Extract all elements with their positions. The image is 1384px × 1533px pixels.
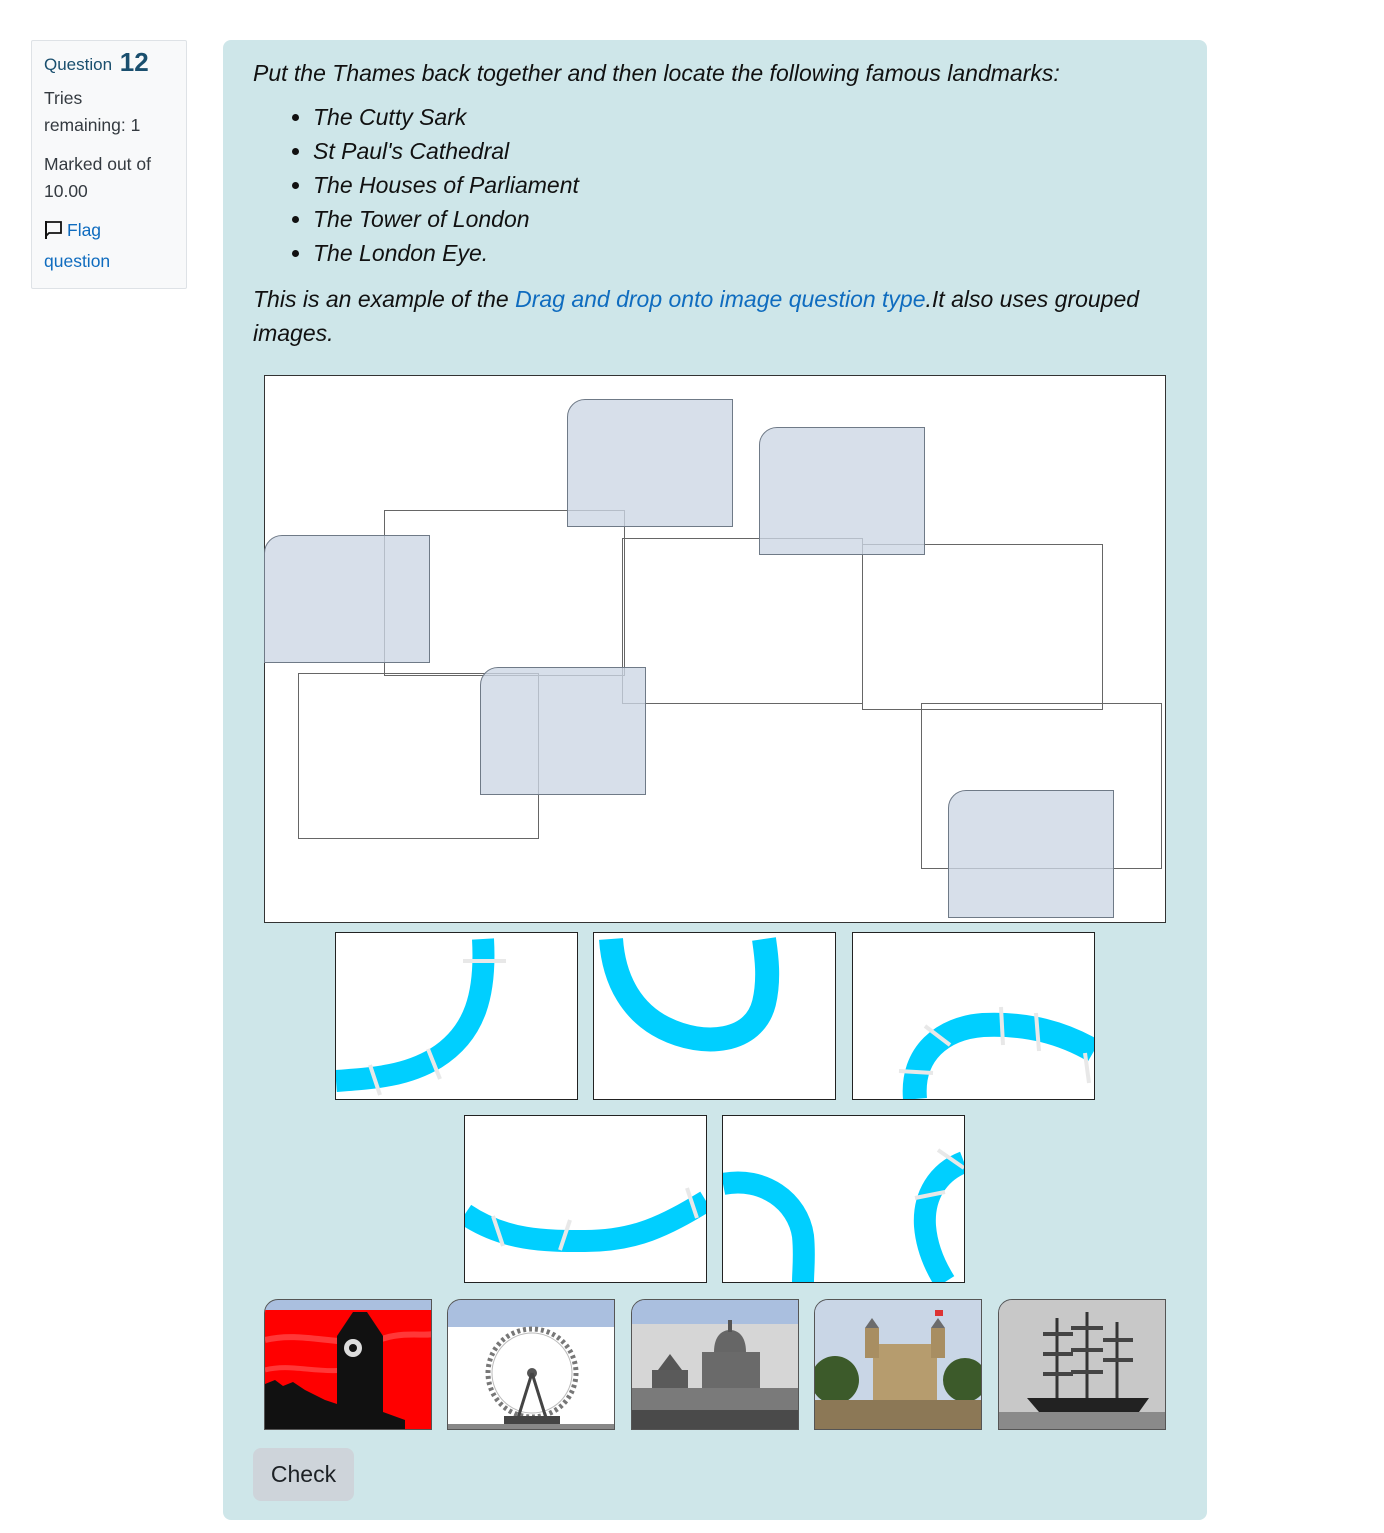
question-text: Put the Thames back together and then lo… [253, 56, 1183, 350]
st-pauls-cathedral-image[interactable] [631, 1299, 799, 1430]
flag-label-1: Flag [67, 220, 102, 240]
landmark-list-item: The Tower of London [313, 202, 1183, 236]
flag-icon [44, 220, 64, 248]
question-label: Question [44, 55, 113, 74]
river-piece-5[interactable] [722, 1115, 965, 1283]
check-button[interactable]: Check [253, 1448, 354, 1501]
river-piece-4[interactable] [464, 1115, 707, 1283]
flag-label-2: question [44, 251, 111, 271]
tries-remaining: Tries remaining: 1 [44, 85, 174, 139]
marked-out-of: Marked out of 10.00 [44, 151, 174, 205]
marked-line-2: 10.00 [44, 181, 88, 201]
landmark-drop-zone[interactable] [759, 427, 925, 555]
big-ben-image[interactable] [264, 1299, 432, 1430]
london-eye-image[interactable] [447, 1299, 615, 1430]
question-type-link[interactable]: Drag and drop onto image question type [515, 286, 925, 312]
question-number: 12 [119, 47, 149, 77]
marked-line-1: Marked out of [44, 154, 151, 174]
question-number-line: Question 12 [44, 49, 174, 78]
tower-of-london-image[interactable] [814, 1299, 982, 1430]
landmark-drop-zone[interactable] [948, 790, 1114, 918]
question-content: Put the Thames back together and then lo… [223, 40, 1207, 1520]
example-note: This is an example of the Drag and drop … [253, 282, 1183, 350]
cutty-sark-image[interactable] [998, 1299, 1166, 1430]
landmark-list-item: The Cutty Sark [313, 100, 1183, 134]
landmark-drop-zone[interactable] [567, 399, 733, 527]
example-prefix: This is an example of the [253, 286, 516, 312]
tries-line-1: Tries [44, 88, 83, 108]
river-piece-3[interactable] [852, 932, 1095, 1100]
flag-question-link[interactable]: Flag question [44, 217, 174, 275]
landmark-list-item: The Houses of Parliament [313, 168, 1183, 202]
question-info-panel: Question 12 Tries remaining: 1 Marked ou… [31, 40, 187, 289]
river-piece-1[interactable] [335, 932, 578, 1100]
landmark-list-item: The London Eye. [313, 236, 1183, 270]
landmark-list: The Cutty Sark St Paul's Cathedral The H… [253, 100, 1183, 270]
landmark-list-item: St Paul's Cathedral [313, 134, 1183, 168]
river-piece-2[interactable] [593, 932, 836, 1100]
tries-line-2: remaining: 1 [44, 115, 141, 135]
landmark-drop-zone[interactable] [480, 667, 646, 795]
drop-background-image [264, 375, 1166, 923]
question-intro: Put the Thames back together and then lo… [253, 60, 1060, 86]
river-drop-zone[interactable] [622, 538, 863, 704]
river-drop-zone[interactable] [862, 544, 1103, 710]
landmark-drop-zone[interactable] [264, 535, 430, 663]
